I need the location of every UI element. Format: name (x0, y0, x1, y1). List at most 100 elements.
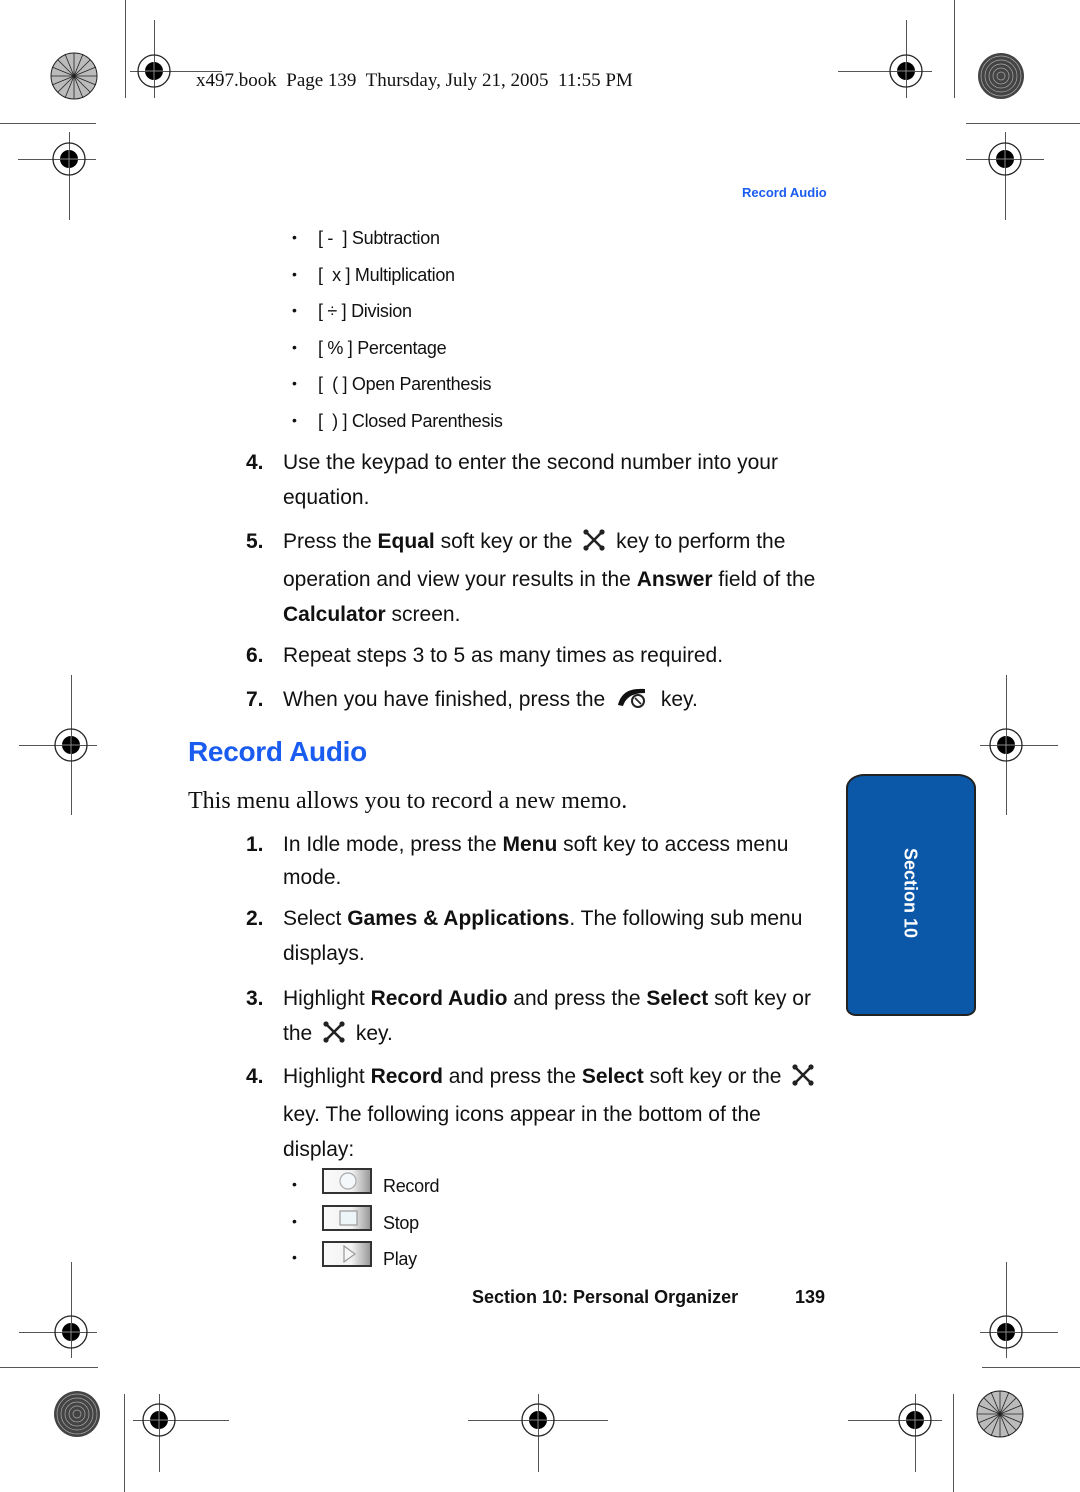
operator-symbol: [ ÷ ] (318, 301, 347, 321)
operator-symbol: [ ) ] (318, 411, 348, 431)
step-text-run: Select (283, 907, 348, 930)
registration-mark-icon (897, 1402, 933, 1438)
icon-label: Play (383, 1249, 417, 1269)
concentric-target-icon (977, 52, 1025, 100)
step-text-run: screen. (385, 603, 461, 626)
step-item: 5. Press the Equal soft key or the key to… (246, 524, 836, 632)
operator-label: Multiplication (354, 265, 455, 285)
step-number: 2. (246, 907, 264, 930)
step-text-run: Use the keypad to enter the second numbe… (283, 451, 778, 509)
step-text-run: key. The following icons appear in the b… (283, 1103, 761, 1161)
page-number: 139 (795, 1287, 826, 1307)
bullet-icon: • (292, 1176, 297, 1192)
step-text-run: In Idle mode, press the (283, 833, 503, 856)
crop-line (0, 1367, 98, 1368)
footer-section: Section 10: Personal Organizer (472, 1287, 739, 1307)
step-text-run: and press the (442, 1065, 582, 1088)
step-text: Select Games & Applications. The followi… (283, 901, 836, 971)
bullet-icon: • (292, 229, 297, 245)
step-text: Use the keypad to enter the second numbe… (283, 445, 836, 515)
ok-key-icon (322, 1019, 346, 1054)
ui-term: Select (646, 987, 709, 1010)
stop-icon (322, 1205, 372, 1231)
operator-label: Closed Parenthesis (351, 411, 503, 431)
operator-label: Open Parenthesis (351, 374, 492, 394)
bullet-icon: • (292, 1213, 297, 1229)
step-item: 6. Repeat steps 3 to 5 as many times as r… (246, 638, 836, 673)
ui-term: Record (370, 1065, 443, 1088)
crop-line (966, 123, 1080, 124)
crop-line (0, 123, 96, 124)
step-text-run: field of the (712, 568, 816, 591)
ui-term: Answer (636, 568, 713, 591)
list-item: • Play (292, 1241, 492, 1271)
ui-term: Calculator (283, 603, 386, 626)
step-item: 4. Use the keypad to enter the second num… (246, 445, 836, 515)
crop-line (125, 0, 126, 98)
operator-symbol: [ x ] (318, 265, 351, 285)
step-text-run: Highlight (283, 1065, 371, 1088)
bullet-icon: • (292, 266, 297, 282)
end-key-icon (615, 685, 651, 720)
operator-symbol: [ % ] (318, 338, 353, 358)
step-item: 7. When you have finished, press the key. (246, 682, 836, 720)
registration-mark-icon (987, 141, 1023, 177)
operator-label: Percentage (357, 338, 447, 358)
concentric-target-icon (53, 1390, 101, 1438)
list-item: • Stop (292, 1205, 492, 1235)
list-item: • [ ) ] Closed Parenthesis (292, 411, 503, 435)
step-item: 2. Select Games & Applications. The follo… (246, 901, 836, 971)
star-target-icon (50, 52, 98, 100)
registration-mark-icon (988, 1314, 1024, 1350)
step-number: 1. (246, 833, 264, 856)
step-text: When you have finished, press the key. (283, 682, 836, 720)
step-text-run: Repeat steps 3 to 5 as many times as req… (283, 644, 724, 667)
play-icon (322, 1241, 372, 1267)
ui-term: Games & Applications (347, 907, 570, 930)
ui-term: Select (581, 1065, 644, 1088)
step-number: 4. (246, 1065, 264, 1088)
list-item: • [ ÷ ] Division (292, 301, 412, 325)
ok-key-icon (582, 527, 606, 562)
bullet-icon: • (292, 375, 297, 391)
list-item: • [ % ] Percentage (292, 338, 447, 362)
step-text-run: soft key or the (434, 530, 579, 553)
step-text-run: When you have finished, press the (283, 688, 612, 711)
registration-mark-icon (141, 1402, 177, 1438)
bullet-icon: • (292, 1249, 297, 1265)
ui-term: Menu (502, 833, 558, 856)
list-item: • [ x ] Multiplication (292, 265, 455, 289)
operator-label: Division (351, 301, 412, 321)
step-text-run: Highlight (283, 987, 371, 1010)
registration-mark-icon (51, 141, 87, 177)
print-slug: x497.book Page 139 Thursday, July 21, 20… (196, 70, 633, 91)
step-text: Highlight Record and press the Select so… (283, 1059, 836, 1167)
crop-line (124, 1394, 125, 1492)
step-text-run: soft key or the (643, 1065, 788, 1088)
step-text: Press the Equal soft key or the key to p… (283, 524, 836, 632)
step-number: 6. (246, 644, 264, 667)
operator-label: Subtraction (351, 228, 440, 248)
registration-mark-icon (53, 1314, 89, 1350)
step-text-run: key. (655, 688, 698, 711)
crop-line (954, 0, 955, 98)
crop-line (982, 1367, 1080, 1368)
registration-mark-icon (520, 1402, 556, 1438)
step-number: 5. (246, 530, 264, 553)
registration-mark-icon (136, 53, 172, 89)
step-item: 1. In Idle mode, press the Menu soft key … (246, 828, 836, 894)
step-text-run: and press the (507, 987, 647, 1010)
star-target-icon (976, 1390, 1024, 1438)
registration-mark-icon (988, 727, 1024, 763)
operator-symbol: [ ( ] (318, 374, 348, 394)
running-head: Record Audio (742, 185, 827, 200)
ui-term: Equal (377, 530, 435, 553)
crop-line (953, 1394, 954, 1492)
step-text-run: key. (350, 1022, 393, 1045)
operator-symbol: [ - ] (318, 228, 348, 248)
step-text: Highlight Record Audio and press the Sel… (283, 981, 836, 1054)
step-item: 4. Highlight Record and press the Select … (246, 1059, 836, 1167)
section-tab: Section 10 (846, 774, 976, 1016)
list-item: • Record (292, 1168, 492, 1198)
section-tab-label: Section 10 (900, 848, 921, 939)
